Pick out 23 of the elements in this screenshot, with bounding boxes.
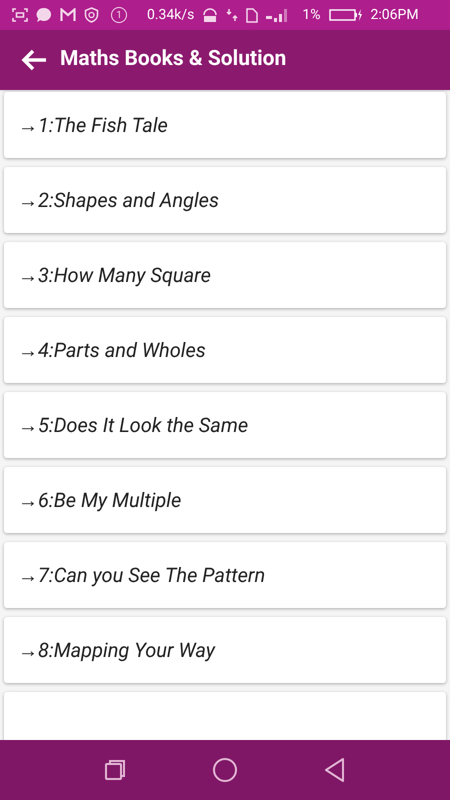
battery-charging-icon [328,8,363,22]
sim-card-icon [246,7,258,23]
chapter-item[interactable]: →5:Does It Look the Same [4,392,446,458]
chapter-item[interactable]: →1:The Fish Tale [4,92,446,158]
chat-bubble-icon [36,7,52,23]
back-button[interactable] [20,48,48,72]
battery-percent: 1% [302,6,321,24]
app-bar-title: Maths Books & Solution [60,46,286,74]
chapter-item[interactable]: →7:Can you See The Pattern [4,542,446,608]
chapter-item[interactable]: →8:Mapping Your Way [4,617,446,683]
chapter-item[interactable]: →3:How Many Square [4,242,446,308]
network-speed: 0.34k/s [147,6,194,24]
data-arrows-icon [226,8,238,22]
home-button[interactable] [212,757,238,783]
screenshot-icon [12,8,28,22]
chapter-item[interactable]: →6:Be My Multiple [4,467,446,533]
chapter-item[interactable]: →2:Shapes and Angles [4,167,446,233]
clock: 2:06PM [370,6,419,24]
notification-count: 1 [111,7,127,23]
recent-apps-button[interactable] [102,758,127,782]
mail-icon [60,8,76,22]
chapter-item[interactable]: →4:Parts and Wholes [4,317,446,383]
shield-icon [84,7,99,23]
